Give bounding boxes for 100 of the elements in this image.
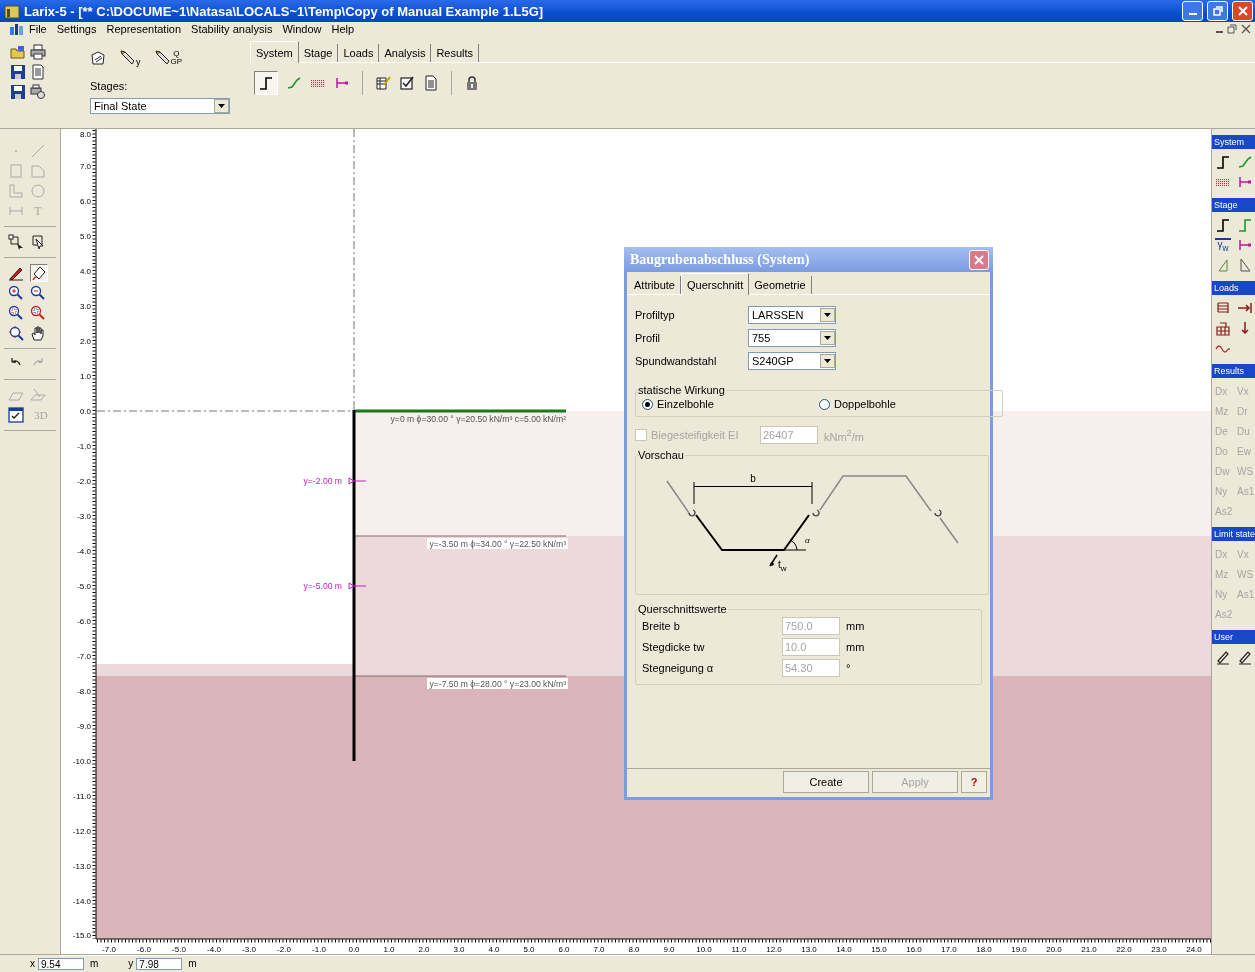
stages-dropdown[interactable]: Final State (90, 98, 230, 114)
paint-icon[interactable] (30, 264, 48, 282)
caret-icon (824, 312, 831, 317)
axis-tick-label: 3.0 (79, 302, 91, 311)
axis-tick-label: -2.0 (77, 477, 91, 486)
menu-item[interactable]: Help (326, 23, 360, 35)
palette-header: Loads (1212, 281, 1255, 295)
menu-item[interactable]: Settings (51, 23, 102, 35)
sketch-icon[interactable] (90, 50, 106, 66)
pencil-icon[interactable] (120, 50, 136, 66)
axis-tick-label: -5.0 (77, 582, 91, 591)
toolbar-tab[interactable]: Results (431, 44, 480, 62)
printer-icon[interactable] (30, 84, 46, 100)
zoom-in-icon[interactable] (8, 285, 24, 301)
dropdown[interactable]: S240GP (748, 351, 836, 370)
layer-label: y=0 m ϕ=30.00 ° γ=20.50 kN/m³ c=5.00 kN/m² (390, 414, 566, 424)
palette-header: System (1212, 135, 1255, 149)
anchor-marker (348, 477, 367, 485)
axis-tick-label: 1.0 (383, 945, 395, 954)
menu-item[interactable]: Stability analysis (186, 23, 278, 35)
close-button[interactable] (969, 249, 989, 270)
coordinate-label: y (128, 958, 134, 969)
axis-tick-label: 24.0 (1186, 945, 1202, 954)
padlock-icon[interactable] (464, 75, 480, 91)
restore-icon[interactable] (1227, 24, 1237, 34)
axis-tick-label: 14.0 (836, 945, 852, 954)
anchor-icon[interactable] (1237, 237, 1253, 253)
toolbar-tab[interactable]: System (250, 41, 299, 63)
x-coordinate-field[interactable]: 9.54 (38, 957, 84, 970)
toolbar-tab[interactable]: Analysis (379, 44, 432, 62)
dialog-tab[interactable]: Querschnitt (680, 273, 750, 295)
app-menu-icon[interactable] (10, 23, 24, 35)
zoom-out-icon[interactable] (30, 285, 46, 301)
dialog-button[interactable]: Create (783, 771, 869, 793)
wall-icon[interactable] (258, 75, 274, 91)
minimize-icon (1188, 13, 1197, 15)
slope-line-icon[interactable] (286, 75, 302, 91)
node-select-icon[interactable] (8, 234, 24, 250)
axis-tick-label: 10.0 (696, 945, 712, 954)
caret-icon (824, 335, 831, 340)
select-icon[interactable] (30, 234, 46, 250)
building-load-icon[interactable] (1215, 320, 1231, 336)
zoom-window-icon[interactable] (8, 305, 24, 321)
radio-label[interactable]: Doppelbohle (834, 398, 896, 410)
unit-label: mm (846, 619, 865, 632)
checklist-icon[interactable] (399, 75, 415, 91)
axis-tick-label: 18.0 (976, 945, 992, 954)
y-coordinate-field[interactable]: 7.98 (136, 957, 183, 970)
hand-icon[interactable] (30, 325, 46, 341)
zoom-extents-icon[interactable] (8, 325, 24, 341)
menu-item[interactable]: Window (277, 23, 327, 35)
axis-tick-label: -6.0 (137, 945, 151, 954)
stages-label: Stages: (90, 80, 129, 92)
radio-button[interactable] (819, 398, 830, 410)
layer-label: y=-7.50 m ϕ=28.00 ° γ=23.00 kN/m³ (427, 678, 568, 689)
dropdown[interactable]: 755 (748, 328, 836, 347)
coordinate-label: x (30, 958, 35, 969)
axis-tick-label: 8.0 (628, 945, 640, 954)
axis-tick-label: 22.0 (1116, 945, 1132, 954)
close-icon[interactable] (1241, 24, 1251, 34)
axis-tick-label: 17.0 (941, 945, 957, 954)
anchor-icon[interactable] (1237, 174, 1253, 190)
axis-tick-label: -3.0 (242, 945, 256, 954)
folder-icon[interactable] (10, 44, 26, 60)
restore-button[interactable] (1207, 1, 1228, 21)
printer-icon[interactable] (30, 44, 46, 60)
wall-icon[interactable] (1215, 154, 1231, 170)
checklist-window-icon[interactable] (8, 407, 24, 423)
pencil-icon[interactable] (8, 265, 24, 281)
axis-tick-label: -11.0 (73, 792, 91, 801)
app-icon (4, 3, 20, 19)
axis-tick-label: 1.0 (79, 372, 91, 381)
zoom-window-icon[interactable] (30, 305, 46, 321)
pen-icon[interactable] (1237, 649, 1253, 665)
field-label: Profiltyp (635, 308, 676, 321)
dialog-tab[interactable]: Geometrie (749, 276, 812, 294)
pen-icon[interactable] (1215, 649, 1231, 665)
axis-tick-label: 7.0 (593, 945, 605, 954)
field-label: Stegneigung α (642, 661, 715, 674)
axis-tick-label: 0.0 (348, 945, 360, 954)
document-icon[interactable] (423, 75, 439, 91)
anchor-icon[interactable] (334, 75, 350, 91)
table-edit-icon[interactable] (375, 75, 391, 91)
dialog-tab[interactable]: Attribute (629, 276, 681, 294)
radio-label[interactable]: Einzelbohle (657, 398, 714, 410)
triangle-icon[interactable] (1237, 257, 1253, 273)
toolbar-tab[interactable]: Stage (298, 44, 339, 62)
point-load-icon[interactable] (1237, 300, 1253, 316)
help-button[interactable]: ? (961, 771, 987, 793)
pencil-icon[interactable] (154, 50, 171, 66)
distributed-load-icon[interactable] (1215, 300, 1231, 316)
minimize-button[interactable] (1182, 1, 1203, 21)
dropdown[interactable]: LARSSEN (748, 305, 836, 324)
slope-line-icon[interactable] (1237, 154, 1253, 170)
menu-item[interactable]: File (24, 23, 52, 35)
wall-icon[interactable] (1215, 217, 1231, 233)
close-button[interactable] (1232, 1, 1253, 21)
menu-item[interactable]: Representation (101, 23, 187, 35)
toolbar-tab[interactable]: Loads (338, 44, 380, 62)
radio-button[interactable] (642, 398, 653, 410)
